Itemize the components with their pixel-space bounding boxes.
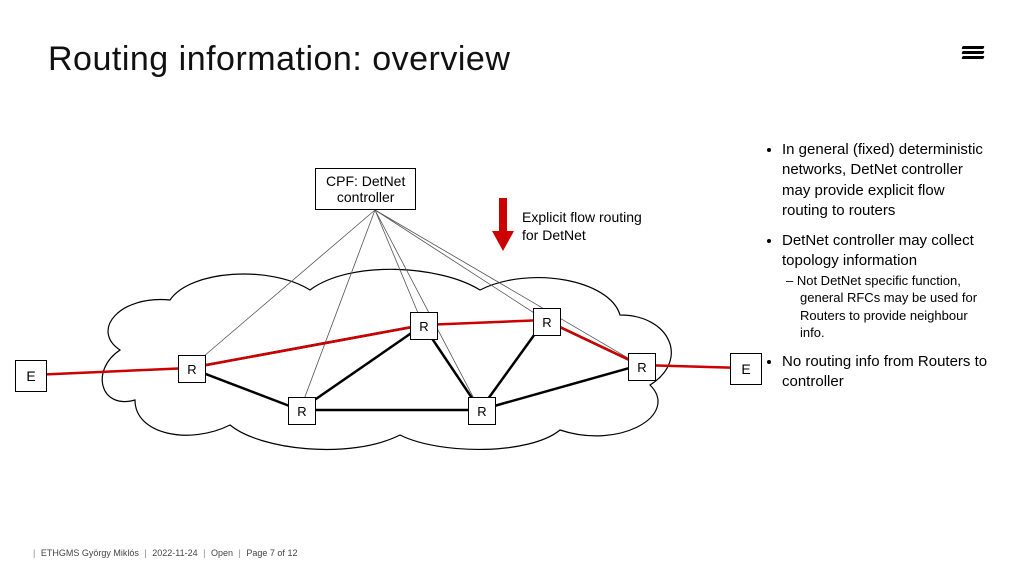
controller-line2: controller — [326, 189, 405, 205]
router-6: R — [628, 353, 656, 381]
bullet-1: In general (fixed) deterministic network… — [782, 140, 994, 221]
router-2: R — [288, 397, 316, 425]
footer-page: Page 7 of 12 — [246, 548, 297, 558]
endpoint-right: E — [730, 353, 762, 385]
router-4: R — [468, 397, 496, 425]
controller-line1: CPF: DetNet — [326, 173, 405, 189]
bullet-list: In general (fixed) deterministic network… — [764, 140, 994, 402]
router-3: R — [410, 312, 438, 340]
footer-date: 2022-11-24 — [152, 548, 197, 558]
router-1: R — [178, 355, 206, 383]
bullet-3: No routing info from Routers to controll… — [782, 352, 994, 393]
controller-box: CPF: DetNet controller — [315, 168, 416, 210]
footer: | ETHGMS György Miklós | 2022-11-24 | Op… — [30, 548, 297, 558]
router-5: R — [533, 308, 561, 336]
endpoint-left: E — [15, 360, 47, 392]
down-arrow-icon — [490, 195, 516, 255]
footer-author: ETHGMS György Miklós — [41, 548, 139, 558]
bullet-2: DetNet controller may collect topology i… — [782, 231, 994, 342]
footer-class: Open — [211, 548, 233, 558]
ericsson-logo-icon — [962, 44, 984, 66]
bullet-2-sub: Not DetNet specific function, general RF… — [800, 272, 994, 342]
network-diagram: CPF: DetNet controller Explicit flow rou… — [10, 150, 730, 500]
page-title: Routing information: overview — [48, 40, 510, 79]
slide: Routing information: overview — [0, 0, 1024, 576]
